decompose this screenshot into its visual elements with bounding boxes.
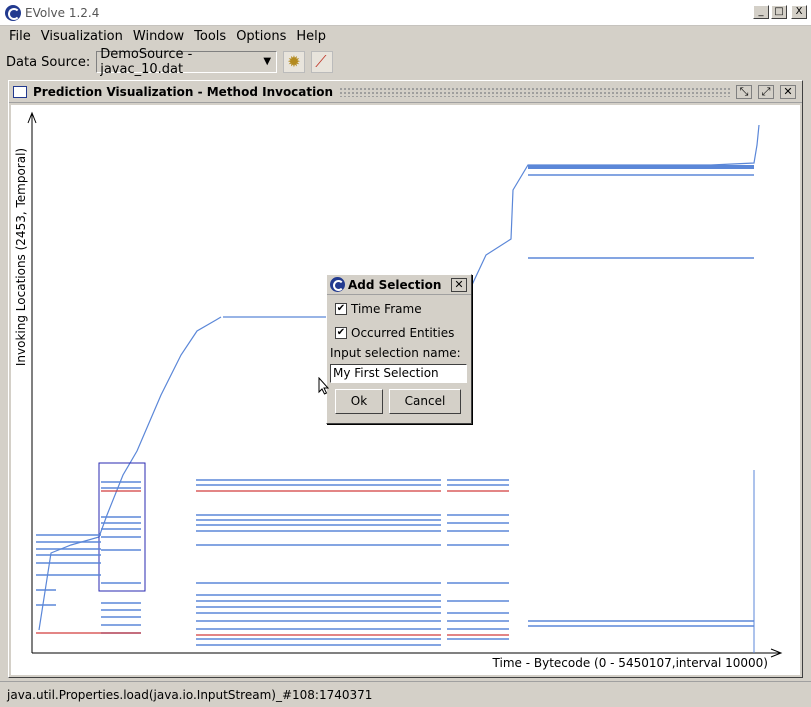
menu-file[interactable]: File (4, 29, 36, 44)
titlebar-grip (339, 86, 730, 97)
menubar: File Visualization Window Tools Options … (0, 26, 811, 46)
mouse-cursor-icon (318, 377, 330, 395)
status-bar: java.util.Properties.load(java.io.InputS… (0, 681, 811, 707)
data-source-label: Data Source: (6, 54, 91, 70)
window-maximize-button[interactable]: □ (771, 5, 787, 19)
evolve-logo-icon (5, 4, 21, 21)
occurred-entities-row[interactable]: ✔ Occurred Entities (335, 323, 471, 343)
window-titlebar: EVolve 1.2.4 _ □ X (0, 0, 811, 26)
menu-options[interactable]: Options (231, 29, 291, 44)
selection-name-prompt: Input selection name: (330, 346, 461, 360)
dialog-titlebar: Add Selection ✕ (327, 275, 471, 295)
menu-window[interactable]: Window (128, 29, 189, 44)
window-close-button[interactable]: X (791, 5, 807, 19)
window-minimize-button[interactable]: _ (753, 5, 769, 19)
add-selection-dialog: Add Selection ✕ ✔ Time Frame ✔ Occurred … (326, 274, 472, 424)
dialog-title: Add Selection (348, 277, 442, 292)
close-icon[interactable]: ✕ (780, 84, 796, 99)
time-frame-label[interactable]: Time Frame (351, 302, 422, 316)
dropdown-arrow-icon[interactable]: ▼ (261, 55, 273, 69)
time-frame-row[interactable]: ✔ Time Frame (335, 299, 471, 319)
window-title: EVolve 1.2.4 (25, 5, 100, 20)
occurred-entities-checkbox[interactable]: ✔ (335, 327, 347, 339)
gear-icon[interactable] (283, 51, 306, 73)
ok-button[interactable]: Ok (335, 389, 383, 414)
toolbar: Data Source: DemoSource - javac_10.dat ▼ (0, 47, 811, 77)
y-axis-label-wrap: Invoking Locations (2453, Temporal) (11, 145, 31, 375)
occurred-entities-label[interactable]: Occurred Entities (351, 326, 454, 340)
cancel-button[interactable]: Cancel (389, 389, 461, 414)
menu-visualization[interactable]: Visualization (36, 29, 128, 44)
y-axis-label: Invoking Locations (2453, Temporal) (14, 147, 28, 367)
frame-title: Prediction Visualization - Method Invoca… (33, 84, 334, 99)
data-source-select[interactable]: DemoSource - javac_10.dat ▼ (96, 47, 278, 77)
chart-icon[interactable] (311, 51, 334, 73)
frame-titlebar: Prediction Visualization - Method Invoca… (9, 81, 802, 103)
frame-window-icon (13, 85, 27, 98)
evolve-logo-icon (330, 277, 345, 292)
dialog-close-button[interactable]: ✕ (451, 278, 467, 292)
data-source-value: DemoSource - javac_10.dat (100, 47, 193, 77)
menu-help[interactable]: Help (291, 29, 331, 44)
menu-tools[interactable]: Tools (189, 29, 231, 44)
minimize-icon[interactable]: ⤡ (736, 84, 752, 99)
time-frame-checkbox[interactable]: ✔ (335, 303, 347, 315)
selection-name-input[interactable]: My First Selection (330, 364, 467, 383)
x-axis-label: Time - Bytecode (0 - 5450107,interval 10… (492, 656, 768, 670)
maximize-icon[interactable]: ⤢ (758, 84, 774, 99)
